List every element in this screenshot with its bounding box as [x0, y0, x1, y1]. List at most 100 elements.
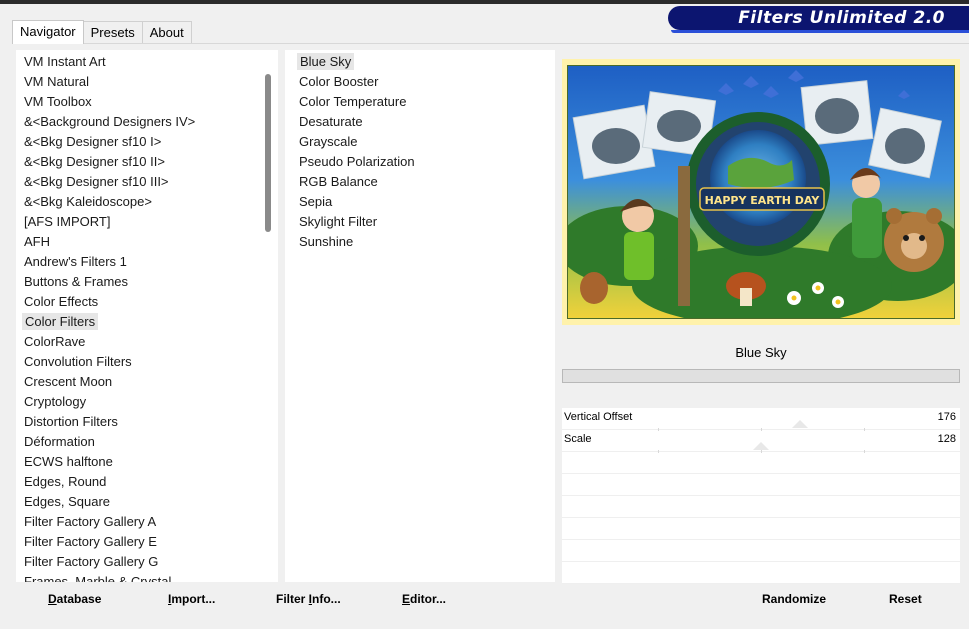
right-button-bar: Randomize Reset — [562, 585, 960, 617]
import-button[interactable]: Import... — [168, 592, 215, 606]
category-item-label: [AFS IMPORT] — [24, 214, 111, 229]
category-item[interactable]: &<Bkg Designer sf10 III> — [18, 172, 263, 192]
category-item-label: VM Instant Art — [24, 54, 106, 69]
randomize-button[interactable]: Randomize — [762, 592, 826, 606]
preview-banner-text: HAPPY EARTH DAY — [705, 194, 821, 207]
category-list[interactable]: VM Instant Art VM Natural VM Toolbox &<Back… — [18, 52, 263, 582]
filter-item[interactable]: Blue Sky — [293, 52, 543, 72]
param-slider-row[interactable]: Scale 128 — [562, 430, 960, 453]
filter-item-label: Sepia — [299, 194, 333, 209]
category-item-label: Buttons & Frames — [24, 274, 129, 289]
category-item-label: &<Bkg Designer sf10 II> — [24, 154, 165, 169]
scrollbar-thumb[interactable] — [265, 74, 271, 232]
filter-item-label: Blue Sky — [297, 53, 355, 70]
filter-list[interactable]: Blue Sky Color Booster Color Temperature De… — [293, 52, 543, 252]
filter-item-label: Desaturate — [299, 114, 363, 129]
tab-bar: Navigator Presets About — [12, 20, 192, 44]
filter-item[interactable]: Pseudo Polarization — [293, 152, 543, 172]
window-top-edge — [0, 0, 969, 4]
database-button[interactable]: Database — [48, 592, 101, 606]
slider-thumb[interactable] — [753, 442, 769, 450]
tab-about[interactable]: About — [141, 21, 192, 44]
category-item-label: AFH — [24, 234, 50, 249]
category-item-label: Distortion Filters — [24, 414, 118, 429]
parameter-panel: Vertical Offset 176 Scale 128 — [562, 408, 960, 584]
filter-item[interactable]: Grayscale — [293, 132, 543, 152]
category-item-label: Filter Factory Gallery E — [24, 534, 157, 549]
category-item[interactable]: Buttons & Frames — [18, 272, 263, 292]
filter-item[interactable]: Color Temperature — [293, 92, 543, 112]
tab-divider — [12, 43, 969, 44]
param-name: Vertical Offset — [564, 411, 633, 423]
empty-param-row — [562, 452, 960, 474]
filter-item-label: Sunshine — [299, 234, 354, 249]
param-slider-row[interactable]: Vertical Offset 176 — [562, 408, 960, 431]
category-item-label: Cryptology — [24, 394, 87, 409]
category-item[interactable]: AFH — [18, 232, 263, 252]
category-item[interactable]: VM Natural — [18, 72, 263, 92]
filter-item[interactable]: Desaturate — [293, 112, 543, 132]
filter-item[interactable]: Sepia — [293, 192, 543, 212]
filter-item-label: Color Temperature — [299, 94, 407, 109]
brand-banner: Filters Unlimited 2.0 — [668, 6, 969, 33]
category-item-label: Color Effects — [24, 294, 99, 309]
category-item-label: Convolution Filters — [24, 354, 132, 369]
category-item-label: &<Bkg Kaleidoscope> — [24, 194, 152, 209]
category-item[interactable]: Edges, Round — [18, 472, 263, 492]
filter-item[interactable]: RGB Balance — [293, 172, 543, 192]
category-item[interactable]: Color Filters — [18, 312, 263, 332]
category-item-label: &<Bkg Designer sf10 III> — [24, 174, 169, 189]
filter-item-label: Skylight Filter — [299, 214, 378, 229]
category-item[interactable]: Frames, Marble & Crystal — [18, 572, 263, 582]
category-item[interactable]: [AFS IMPORT] — [18, 212, 263, 232]
category-item-label: Andrew's Filters 1 — [24, 254, 127, 269]
category-item-label: Filter Factory Gallery A — [24, 514, 157, 529]
filter-item-label: Pseudo Polarization — [299, 154, 415, 169]
category-item[interactable]: Crescent Moon — [18, 372, 263, 392]
category-item[interactable]: &<Background Designers IV> — [18, 112, 263, 132]
category-item[interactable]: Filter Factory Gallery G — [18, 552, 263, 572]
reset-button[interactable]: Reset — [889, 592, 922, 606]
category-item[interactable]: VM Toolbox — [18, 92, 263, 112]
filter-item[interactable]: Color Booster — [293, 72, 543, 92]
tab-navigator[interactable]: Navigator — [12, 20, 84, 44]
category-item[interactable]: Andrew's Filters 1 — [18, 252, 263, 272]
slider-track[interactable] — [658, 450, 865, 453]
category-item[interactable]: Filter Factory Gallery E — [18, 532, 263, 552]
category-item-label: VM Natural — [24, 74, 90, 89]
category-item-label: &<Bkg Designer sf10 I> — [24, 134, 162, 149]
category-item[interactable]: VM Instant Art — [18, 52, 263, 72]
filter-list-panel: Blue Sky Color Booster Color Temperature De… — [285, 50, 555, 582]
tab-presets[interactable]: Presets — [82, 21, 143, 44]
preview-frame: HAPPY EARTH DAY — [562, 59, 960, 325]
filter-item[interactable]: Skylight Filter — [293, 212, 543, 232]
category-item[interactable]: ECWS halftone — [18, 452, 263, 472]
filter-title: Blue Sky — [562, 340, 960, 370]
category-item[interactable]: Filter Factory Gallery A — [18, 512, 263, 532]
category-item-label: Crescent Moon — [24, 374, 113, 389]
preview-image: HAPPY EARTH DAY — [567, 65, 955, 319]
category-scrollbar[interactable] — [258, 50, 278, 582]
slider-thumb[interactable] — [792, 420, 809, 428]
slider-track[interactable] — [658, 428, 865, 431]
category-item-label: Edges, Square — [24, 494, 111, 509]
param-value: 176 — [937, 411, 956, 423]
category-item[interactable]: &<Bkg Kaleidoscope> — [18, 192, 263, 212]
category-item[interactable]: Color Effects — [18, 292, 263, 312]
category-item-label: &<Background Designers IV> — [24, 114, 196, 129]
category-item[interactable]: Cryptology — [18, 392, 263, 412]
category-item[interactable]: ColorRave — [18, 332, 263, 352]
category-item[interactable]: Déformation — [18, 432, 263, 452]
window-bottom-edge — [0, 622, 969, 629]
category-item[interactable]: Edges, Square — [18, 492, 263, 512]
category-item[interactable]: &<Bkg Designer sf10 II> — [18, 152, 263, 172]
param-value: 128 — [937, 433, 956, 445]
category-item[interactable]: &<Bkg Designer sf10 I> — [18, 132, 263, 152]
category-item[interactable]: Convolution Filters — [18, 352, 263, 372]
filter-info-button[interactable]: Filter Info... — [276, 592, 341, 606]
category-item[interactable]: Distortion Filters — [18, 412, 263, 432]
filter-item[interactable]: Sunshine — [293, 232, 543, 252]
category-item-label: Filter Factory Gallery G — [24, 554, 159, 569]
empty-param-row — [562, 496, 960, 518]
editor-button[interactable]: Editor... — [402, 592, 446, 606]
